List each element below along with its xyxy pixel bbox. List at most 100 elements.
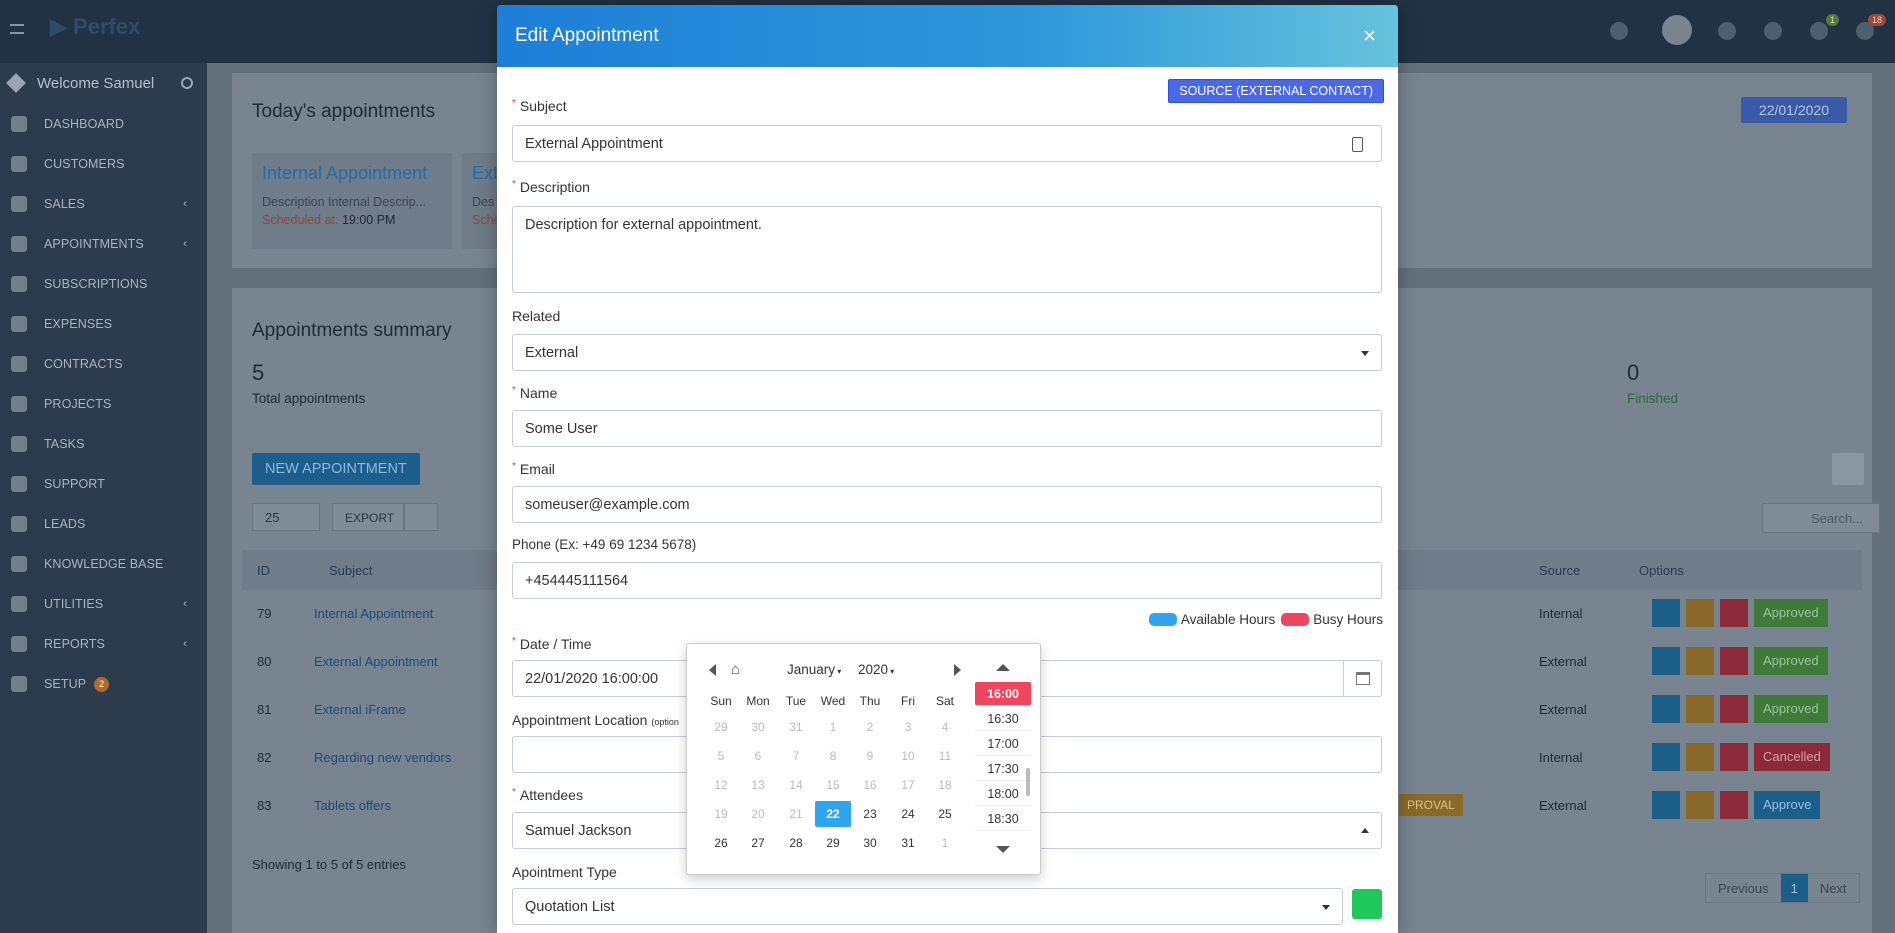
clipboard-icon[interactable] bbox=[1352, 137, 1363, 152]
time-option-selected[interactable]: 16:00 bbox=[975, 682, 1031, 706]
calendar-day[interactable]: 30 bbox=[852, 830, 888, 856]
time-option[interactable]: 17:00 bbox=[975, 732, 1031, 756]
prev-month-icon[interactable] bbox=[709, 664, 716, 676]
calendar-day[interactable]: 26 bbox=[703, 830, 739, 856]
edit-button[interactable] bbox=[1686, 599, 1714, 627]
page-1-button[interactable]: 1 bbox=[1780, 874, 1808, 902]
search-input[interactable]: Search... bbox=[1762, 503, 1880, 533]
sidebar-item-knowledge-base[interactable]: Knowledge Base bbox=[0, 544, 207, 584]
row-subject[interactable]: External Appointment bbox=[314, 654, 438, 669]
status-button[interactable]: Cancelled bbox=[1754, 743, 1830, 771]
sidebar-item-expenses[interactable]: Expenses bbox=[0, 304, 207, 344]
type-color-swatch[interactable] bbox=[1352, 889, 1382, 919]
sidebar-item-customers[interactable]: Customers bbox=[0, 144, 207, 184]
view-button[interactable] bbox=[1652, 695, 1680, 723]
next-month-icon[interactable] bbox=[954, 664, 961, 676]
month-value: January bbox=[787, 662, 836, 677]
home-icon[interactable]: ⌂ bbox=[731, 661, 740, 678]
year-select[interactable]: 2020 ▾ bbox=[858, 662, 894, 677]
sidebar-item-projects[interactable]: Projects bbox=[0, 384, 207, 424]
clock-icon[interactable] bbox=[1810, 22, 1828, 40]
menu-toggle-icon[interactable] bbox=[10, 24, 24, 34]
logo[interactable]: ▶ Perfex bbox=[50, 14, 170, 44]
status-button[interactable]: Approve bbox=[1754, 791, 1821, 819]
month-select[interactable]: January ▾ bbox=[787, 662, 841, 677]
col-id[interactable]: ID bbox=[257, 563, 270, 578]
view-button[interactable] bbox=[1652, 791, 1680, 819]
delete-button[interactable] bbox=[1720, 647, 1748, 675]
row-subject[interactable]: Internal Appointment bbox=[314, 606, 433, 621]
type-select[interactable]: Quotation List bbox=[512, 888, 1343, 925]
name-input[interactable]: Some User bbox=[512, 410, 1382, 447]
next-button[interactable]: Next bbox=[1808, 874, 1859, 902]
edit-button[interactable] bbox=[1686, 791, 1714, 819]
sidebar-item-tasks[interactable]: Tasks bbox=[0, 424, 207, 464]
edit-button[interactable] bbox=[1686, 647, 1714, 675]
close-icon[interactable]: × bbox=[1363, 23, 1376, 49]
delete-button[interactable] bbox=[1720, 695, 1748, 723]
new-appointment-button[interactable]: NEW APPOINTMENT bbox=[252, 453, 420, 485]
sidebar-item-leads[interactable]: Leads bbox=[0, 504, 207, 544]
phone-input[interactable]: +454445111564 bbox=[512, 562, 1382, 599]
edit-button[interactable] bbox=[1686, 695, 1714, 723]
description-value: Description for external appointment. bbox=[525, 217, 762, 233]
calendar-day[interactable]: 28 bbox=[778, 830, 814, 856]
sidebar-item-subscriptions[interactable]: Subscriptions bbox=[0, 264, 207, 304]
subject-input[interactable]: External Appointment bbox=[512, 125, 1382, 162]
delete-button[interactable] bbox=[1720, 743, 1748, 771]
sidebar-item-dashboard[interactable]: Dashboard bbox=[0, 104, 207, 144]
sidebar-item-sales[interactable]: Sales ‹ bbox=[0, 184, 207, 224]
avatar[interactable] bbox=[1662, 15, 1692, 45]
share-icon[interactable] bbox=[1718, 22, 1736, 40]
search-icon[interactable] bbox=[1610, 22, 1628, 40]
status-button[interactable]: Approved bbox=[1754, 647, 1828, 675]
edit-button[interactable] bbox=[1686, 743, 1714, 771]
related-select[interactable]: External bbox=[512, 334, 1382, 371]
row-subject[interactable]: Regarding new vendors bbox=[314, 750, 451, 765]
delete-button[interactable] bbox=[1720, 791, 1748, 819]
calendar-day[interactable]: 31 bbox=[890, 830, 926, 856]
sidebar-item-reports[interactable]: Reports ‹ bbox=[0, 624, 207, 664]
previous-button[interactable]: Previous bbox=[1706, 874, 1781, 902]
sidebar-item-utilities[interactable]: Utilities ‹ bbox=[0, 584, 207, 624]
time-list: 16:00 16:30 17:00 17:30 18:00 18:30 bbox=[687, 682, 1042, 832]
sidebar-item-label: Tasks bbox=[44, 437, 85, 451]
time-scrollbar[interactable] bbox=[1026, 768, 1030, 796]
time-scroll-down-icon[interactable] bbox=[996, 846, 1010, 853]
calendar-day[interactable]: 1 bbox=[927, 830, 963, 856]
delete-button[interactable] bbox=[1720, 599, 1748, 627]
time-option[interactable]: 18:00 bbox=[975, 782, 1031, 806]
calendar-button[interactable] bbox=[1343, 661, 1381, 696]
calendar-day[interactable]: 27 bbox=[740, 830, 776, 856]
view-button[interactable] bbox=[1652, 743, 1680, 771]
appointment-card[interactable]: Internal Appointment Description Interna… bbox=[252, 153, 452, 249]
view-button[interactable] bbox=[1652, 647, 1680, 675]
email-input[interactable]: someuser@example.com bbox=[512, 486, 1382, 523]
time-scroll-up-icon[interactable] bbox=[996, 664, 1010, 671]
check-square-icon[interactable] bbox=[1764, 22, 1782, 40]
card-title: Internal Appointment bbox=[262, 163, 428, 183]
datetime-label-text: Date / Time bbox=[519, 636, 592, 652]
sidebar-item-appointments[interactable]: Appointments ‹ bbox=[0, 224, 207, 264]
view-button[interactable] bbox=[1652, 599, 1680, 627]
power-icon[interactable] bbox=[181, 77, 193, 89]
time-option[interactable]: 16:30 bbox=[975, 707, 1031, 731]
col-source[interactable]: Source bbox=[1539, 563, 1580, 578]
sidebar-item-contracts[interactable]: Contracts bbox=[0, 344, 207, 384]
col-subject[interactable]: Subject bbox=[329, 563, 372, 578]
row-subject[interactable]: Tablets offers bbox=[314, 798, 391, 813]
page-length-select[interactable]: 25 bbox=[252, 503, 320, 531]
reload-icon[interactable] bbox=[404, 503, 438, 531]
export-button[interactable]: EXPORT bbox=[332, 503, 404, 531]
calendar-day[interactable]: 29 bbox=[815, 830, 851, 856]
time-option[interactable]: 18:30 bbox=[975, 807, 1031, 831]
status-button[interactable]: Approved bbox=[1754, 695, 1828, 723]
status-button[interactable]: Approved bbox=[1754, 599, 1828, 627]
row-subject[interactable]: External iFrame bbox=[314, 702, 406, 717]
filter-icon[interactable] bbox=[1832, 453, 1864, 485]
description-textarea[interactable]: Description for external appointment. bbox=[512, 206, 1382, 293]
time-option[interactable]: 17:30 bbox=[975, 757, 1031, 781]
sidebar-item-support[interactable]: Support bbox=[0, 464, 207, 504]
sidebar-item-setup[interactable]: Setup 2 bbox=[0, 664, 207, 704]
source-button[interactable]: SOURCE (EXTERNAL CONTACT) bbox=[1168, 79, 1384, 103]
